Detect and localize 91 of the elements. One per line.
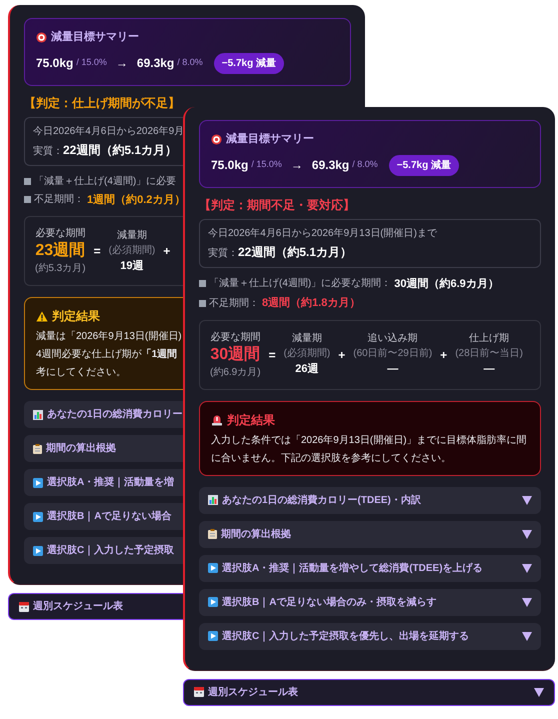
- result-text: に合いません。下記の選択肢を参考にしてください。: [211, 452, 451, 466]
- loss-badge: −5.7kg 減量: [388, 154, 459, 176]
- total-period: 30週間: [210, 344, 260, 364]
- accordion-header[interactable]: あなたの1日の総消費カロリー(TDEE)・内訳: [199, 486, 541, 514]
- phase-range: (必須期間): [108, 244, 156, 258]
- total-months: (約5.3カ月): [35, 262, 86, 276]
- bullet-value: 8週間（約1.8カ月）: [262, 296, 360, 311]
- operator-sign: +: [338, 346, 346, 364]
- breakdown-label: 必要な期間: [35, 226, 86, 241]
- loss-badge: −5.7kg 減量: [214, 52, 284, 74]
- calendar-icon: [194, 687, 204, 697]
- schedule-header[interactable]: 週別スケジュール表: [8, 593, 183, 620]
- phase-name: 仕上げ期: [469, 332, 510, 346]
- bullet-label: 不足期間：: [34, 192, 84, 208]
- phase-range: (60日前〜29日前): [353, 347, 432, 362]
- total-months: (約6.9カ月): [210, 366, 261, 380]
- goal-weight: 69.3kg: [312, 157, 350, 174]
- play-icon: [208, 631, 218, 641]
- accordion-header[interactable]: 選択肢B｜Aで足りない場合: [24, 503, 183, 530]
- result-text: 考にしてください。: [36, 366, 126, 380]
- period-label: 実質：: [208, 246, 238, 260]
- summary-title: 減量目標サマリー: [226, 132, 314, 147]
- target-icon: [36, 32, 47, 43]
- operator-sign: +: [163, 243, 170, 260]
- start-fat: / 15.0%: [76, 56, 107, 70]
- bullet-icon: [24, 178, 31, 184]
- play-icon: [33, 512, 43, 522]
- warning-icon: [36, 310, 48, 322]
- phase-weeks: —: [387, 362, 398, 378]
- phase-name: 追い込み期: [368, 332, 418, 346]
- verdict-heading: 【判定：仕上げ期間が不足】: [24, 94, 180, 112]
- operator-sign: =: [94, 243, 101, 260]
- period-range: 今日2026年4月6日から2026年9月13日(開催日)まで: [208, 226, 437, 240]
- accordion-header[interactable]: 期間の算出根拠: [199, 520, 541, 548]
- bullet-icon: [199, 300, 206, 307]
- start-fat: / 15.0%: [251, 158, 282, 172]
- bullet-value: 1週間（約0.2カ月）: [87, 192, 186, 208]
- accordion-header[interactable]: 選択肢C｜入力した予定摂取を優先し、出場を延期する: [199, 622, 541, 650]
- operator-sign: =: [268, 346, 276, 364]
- goal-weight: 69.3kg: [136, 55, 174, 72]
- target-icon: [211, 134, 222, 145]
- play-icon: [208, 563, 218, 573]
- phase-weeks: —: [484, 362, 495, 378]
- bullet-label: 「減量＋仕上げ(4週間)」に必要な期間：: [209, 276, 392, 292]
- bullet-icon: [24, 196, 31, 204]
- period-label: 実質：: [33, 144, 63, 158]
- arrow-text: →: [290, 157, 303, 174]
- clipboard-icon: [208, 529, 217, 539]
- accordion-header[interactable]: 選択肢C｜入力した予定摂取: [24, 537, 183, 564]
- chart-icon: [208, 495, 218, 505]
- summary-title: 減量目標サマリー: [51, 30, 139, 45]
- phase-range: (必須期間): [284, 346, 330, 362]
- period-value: 22週間（約5.1カ月）: [63, 142, 178, 158]
- phase-name: 減量期: [292, 332, 322, 346]
- chart-icon: [33, 410, 43, 420]
- schedule-header[interactable]: 週別スケジュール表: [183, 678, 555, 706]
- phase-weeks: 26週: [295, 362, 319, 378]
- start-weight: 75.0kg: [36, 55, 74, 72]
- accordion-header[interactable]: あなたの1日の総消費カロリー: [24, 401, 183, 428]
- play-icon: [208, 597, 218, 607]
- result-text: 入力した条件では「2026年9月13日(開催日)」までに目標体脂肪率に間: [211, 434, 527, 448]
- period-value: 22週間（約5.1カ月）: [238, 244, 352, 260]
- calendar-icon: [19, 602, 29, 612]
- accordion-header[interactable]: 選択肢B｜Aで足りない場合のみ・摂取を減らす: [199, 588, 541, 616]
- goal-fat: / 8.0%: [352, 158, 378, 172]
- clipboard-icon: [33, 444, 42, 454]
- arrow-text: →: [116, 55, 128, 72]
- start-weight: 75.0kg: [211, 157, 248, 174]
- result-text: 4週間必要な仕上げ期が「1週間: [36, 348, 178, 362]
- total-period: 23週間: [35, 241, 86, 261]
- accordion-header[interactable]: 選択肢A・推奨｜活動量を増: [24, 469, 183, 496]
- accordion-header[interactable]: 期間の算出根拠: [24, 435, 183, 462]
- bullet-value: 30週間（約6.9カ月）: [394, 276, 499, 292]
- result-text: 減量は「2026年9月13日(開催日): [36, 330, 182, 344]
- phase-name: 減量期: [116, 228, 147, 243]
- result-title: 判定結果: [52, 308, 100, 325]
- play-icon: [33, 478, 43, 488]
- bullet-label: 不足期間：: [209, 296, 259, 311]
- phase-weeks: 19週: [120, 258, 144, 274]
- accordion-header[interactable]: 選択肢A・推奨｜活動量を増やして総消費(TDEE)を上げる: [199, 554, 541, 582]
- siren-icon: [211, 414, 223, 426]
- bullet-icon: [199, 280, 206, 288]
- play-icon: [33, 546, 43, 556]
- operator-sign: +: [440, 346, 448, 364]
- bullet-label: 「減量＋仕上げ(4週間)」に必要: [34, 174, 176, 188]
- verdict-heading: 【判定：期間不足・要対応】: [199, 196, 355, 214]
- goal-fat: / 8.0%: [177, 56, 203, 70]
- phase-range: (28日前〜当日): [455, 346, 523, 362]
- breakdown-label: 必要な期間: [210, 330, 260, 344]
- period-range: 今日2026年4月6日から2026年9月: [33, 124, 184, 138]
- result-title: 判定結果: [227, 412, 275, 428]
